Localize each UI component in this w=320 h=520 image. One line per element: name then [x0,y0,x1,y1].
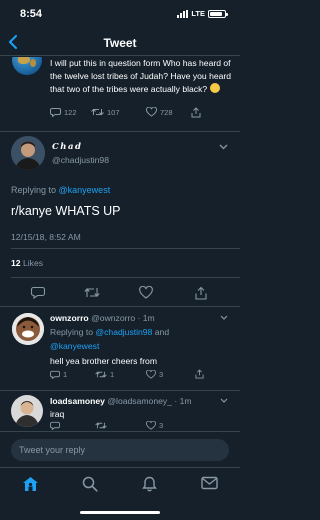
focus-tweet-timestamp: 12/15/18, 8:52 AM [11,232,81,242]
replying-to-continued: @kanyewest [50,340,99,352]
reply-avatar-ownzorro[interactable] [12,313,44,345]
retweet-icon [95,422,107,428]
share-button[interactable] [195,369,204,379]
tweet-thread[interactable]: I will put this in question form Who has… [0,57,240,431]
retweet-button[interactable]: 107 [91,107,120,117]
chevron-down-icon[interactable] [219,144,228,150]
retweet-button[interactable]: 1 [95,370,114,379]
reply-author[interactable]: ownzorro @ownzorro · 1m [50,313,155,323]
like-icon[interactable] [139,286,153,299]
mention-link[interactable]: @kanyewest [50,341,99,351]
page-title: Tweet [103,36,137,50]
like-icon [146,420,156,430]
like-icon [146,107,157,117]
battery-level [210,11,222,16]
reply-button[interactable]: 122 [50,107,77,117]
share-icon [195,369,204,379]
share-button[interactable] [191,106,201,118]
parent-avatar[interactable] [12,57,42,75]
reply-text: iraq [50,409,65,419]
reply-author[interactable]: loadsamoney @loadsamoney_ · 1m [50,396,192,406]
messages-icon[interactable] [201,476,218,490]
share-icon [191,106,201,117]
divider [0,390,240,391]
parent-tweet-text: I will put this in question form Who has… [50,58,232,94]
tab-bar [0,467,240,520]
like-icon [146,369,156,379]
person-avatar-icon [11,136,45,170]
network-type: LTE [191,9,205,18]
reply-icon [50,108,61,117]
notifications-icon[interactable] [142,476,157,492]
reply-text: hell yea brother cheers from [50,356,157,366]
mention-link[interactable]: @kanyewest [59,185,111,195]
focus-tweet-avatar[interactable] [11,136,45,170]
chevron-down-icon[interactable] [220,315,228,320]
thinking-emoji-icon [209,83,220,93]
search-icon[interactable] [82,476,98,492]
parent-tweet[interactable]: I will put this in question form Who has… [0,57,240,132]
reply-icon[interactable] [31,286,45,299]
focus-display-name[interactable]: Chad [52,142,82,152]
like-button[interactable]: 728 [146,107,173,117]
chevron-down-icon[interactable] [220,398,228,403]
focus-tweet-actions [0,286,240,302]
retweet-icon [91,108,104,116]
replying-to: Replying to @kanyewest [11,185,111,195]
nav-header: Tweet [0,28,240,56]
compose-reply-bar: Tweet your reply [0,431,240,467]
home-indicator [80,511,160,514]
retweet-button[interactable] [95,421,110,430]
signal-icon [177,9,189,18]
like-button[interactable]: 3 [146,369,163,379]
reply-button[interactable] [50,421,63,430]
divider [11,248,240,249]
status-indicators: LTE [177,9,228,18]
replying-to: Replying to @chadjustin98 and [50,327,170,337]
reply-button[interactable]: 1 [50,370,67,379]
retweet-icon[interactable] [84,286,100,299]
reply-avatar-loadsamoney[interactable] [11,395,43,427]
retweet-icon [95,371,107,377]
reply-input[interactable]: Tweet your reply [11,439,229,461]
status-time: 8:54 [20,8,43,20]
reply-icon [50,370,60,379]
focus-tweet-text: r/kanye WHATS UP [11,204,121,218]
mention-link[interactable]: @chadjustin98 [95,327,152,337]
person-avatar-icon [12,313,44,345]
like-button[interactable]: 3 [146,420,163,430]
battery-icon [208,9,228,18]
home-icon[interactable] [22,476,39,492]
divider [0,306,240,307]
status-bar: 8:54 LTE [0,0,240,28]
share-icon[interactable] [195,286,207,300]
focus-handle[interactable]: @chadjustin98 [52,155,109,165]
reply-icon [50,421,60,430]
person-avatar-icon [11,395,43,427]
like-count[interactable]: 12 Likes [11,258,43,268]
divider [11,277,240,278]
